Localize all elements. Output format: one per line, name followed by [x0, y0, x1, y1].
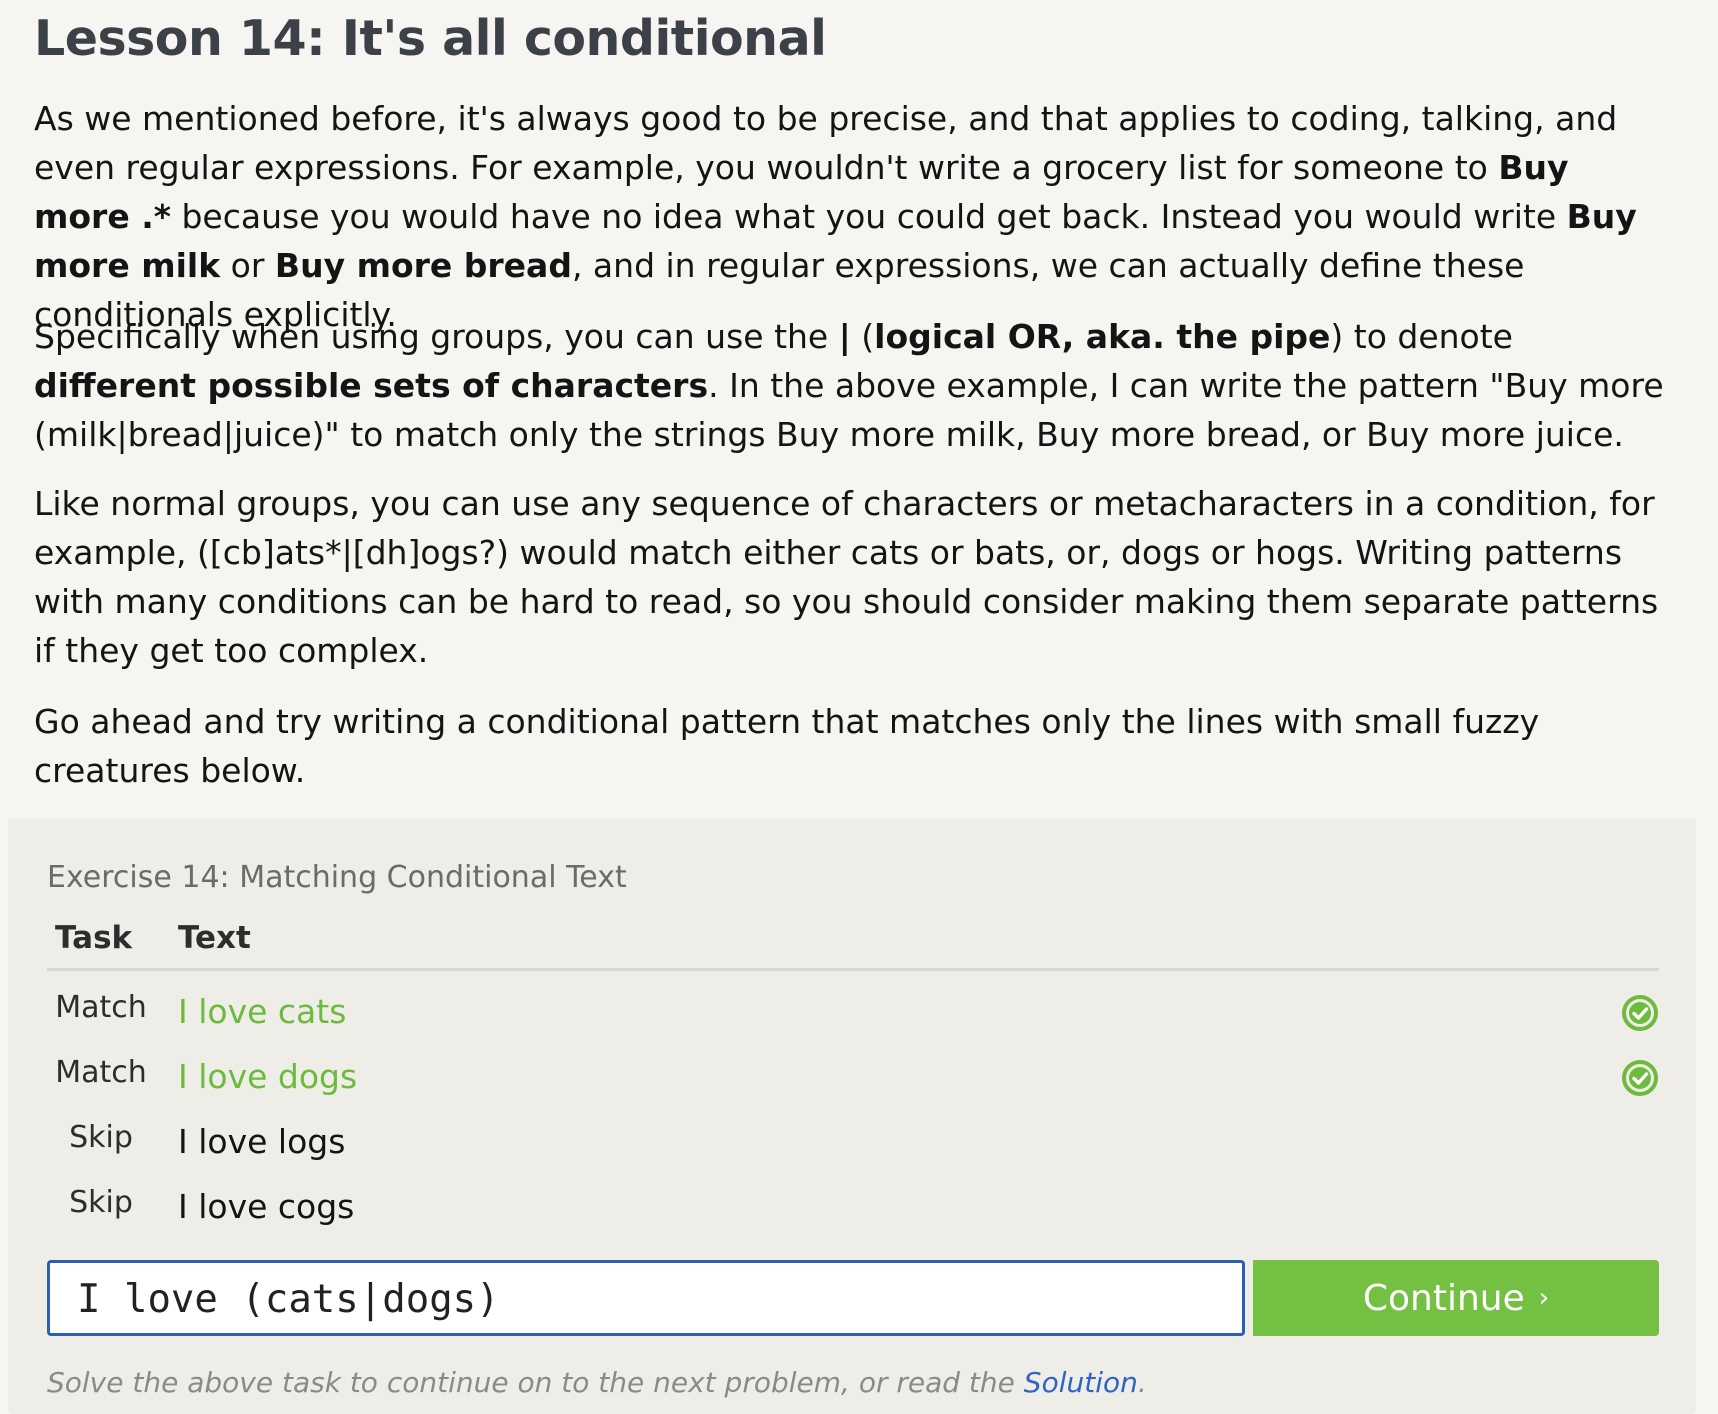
task-label: Match: [55, 1055, 147, 1090]
paragraph-1: As we mentioned before, it's always good…: [34, 94, 1674, 339]
footnote-period: .: [1137, 1366, 1147, 1399]
header-divider: [47, 968, 1659, 971]
footnote-text: Solve the above task to continue on to t…: [47, 1366, 1024, 1399]
solution-link[interactable]: Solution: [1024, 1366, 1138, 1399]
exercise-panel: Exercise 14: Matching Conditional Text T…: [8, 818, 1696, 1414]
table-row: Match I love cats: [47, 990, 1659, 1050]
bold-text: different possible sets of characters: [34, 366, 709, 405]
regex-input[interactable]: [77, 1271, 1227, 1327]
row-text: I love cats: [178, 992, 347, 1031]
continue-button[interactable]: Continue ›: [1253, 1260, 1659, 1336]
task-label: Skip: [69, 1120, 133, 1155]
task-label: Match: [55, 990, 147, 1025]
paragraph-text: (: [850, 317, 875, 356]
row-text: I love cogs: [178, 1187, 355, 1226]
exercise-title: Exercise 14: Matching Conditional Text: [47, 860, 627, 895]
paragraph-text: or: [220, 246, 275, 285]
bold-text: Buy more bread: [274, 246, 572, 285]
paragraph-text: Like normal groups, you can use any sequ…: [34, 484, 1659, 670]
chevron-right-icon: ›: [1538, 1283, 1550, 1313]
paragraph-text: ) to denote: [1330, 317, 1513, 356]
task-label: Skip: [69, 1185, 133, 1220]
bold-text: |: [838, 317, 851, 356]
column-header-task: Task: [55, 920, 133, 956]
bold-text: logical OR, aka. the pipe: [874, 317, 1331, 356]
paragraph-2: Specifically when using groups, you can …: [34, 312, 1674, 459]
table-row: Skip I love logs: [47, 1120, 1659, 1180]
paragraph-4: Go ahead and try writing a conditional p…: [34, 697, 1674, 795]
check-circle-icon: [1622, 1060, 1658, 1096]
table-row: Match I love dogs: [47, 1055, 1659, 1115]
paragraph-text: As we mentioned before, it's always good…: [34, 99, 1618, 187]
footnote: Solve the above task to continue on to t…: [47, 1366, 1147, 1399]
paragraph-text: because you would have no idea what you …: [171, 197, 1567, 236]
paragraph-text: Go ahead and try writing a conditional p…: [34, 702, 1540, 790]
row-text: I love dogs: [178, 1057, 358, 1096]
paragraph-text: Specifically when using groups, you can …: [34, 317, 839, 356]
page-title: Lesson 14: It's all conditional: [34, 10, 827, 67]
table-row: Skip I love cogs: [47, 1185, 1659, 1245]
paragraph-3: Like normal groups, you can use any sequ…: [34, 479, 1674, 675]
continue-label: Continue: [1362, 1277, 1525, 1319]
check-circle-icon: [1622, 995, 1658, 1031]
row-text: I love logs: [178, 1122, 346, 1161]
column-header-text: Text: [178, 920, 251, 956]
regex-input-container: [47, 1260, 1245, 1336]
